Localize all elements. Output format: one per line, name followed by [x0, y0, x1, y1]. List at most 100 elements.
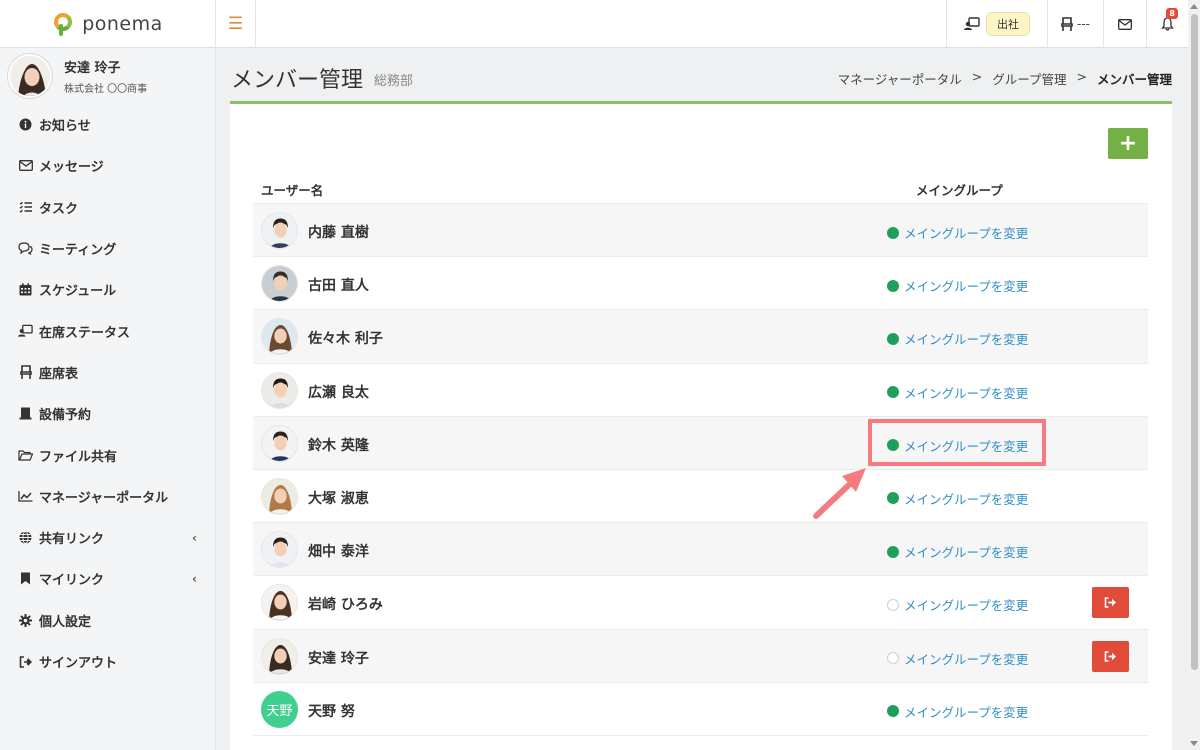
avatar [261, 212, 298, 249]
page-scrollbar[interactable] [1188, 0, 1200, 750]
user-company: 株式会社 〇〇商事 [64, 84, 148, 95]
main-group-inactive-icon [887, 598, 899, 611]
sidebar-item-13[interactable]: サインアウト [0, 641, 215, 682]
sidebar-item-label: サインアウト [39, 656, 118, 671]
change-main-group-link[interactable]: メイングループを変更 [887, 329, 1028, 348]
folder-icon [18, 449, 33, 461]
envelope-icon [1118, 18, 1132, 30]
sidebar-item-label: 設備予約 [39, 408, 92, 424]
sidebar: 安達 玲子 株式会社 〇〇商事 お知らせメッセージタスクミーティング スケジュール… [0, 48, 216, 750]
main-group-active-icon [887, 226, 899, 239]
sidebar-item-7[interactable]: 設備予約 [0, 393, 215, 434]
table-row: 内藤 直樹 メイングループを変更 [253, 204, 1148, 258]
change-main-group-link[interactable]: メイングループを変更 [887, 436, 1028, 455]
sidebar-item-label: 在席ステータス [39, 325, 131, 341]
breadcrumb-item-manager-portal[interactable]: マネージャーポータル [838, 69, 962, 88]
change-main-group-link[interactable]: メイングループを変更 [887, 276, 1028, 295]
sidebar-item-label: タスク [39, 201, 79, 217]
chair-icon [1061, 17, 1073, 31]
sidebar-item-9[interactable]: マネージャーポータル [0, 476, 215, 517]
presence-status-button[interactable]: 出社 [946, 0, 1047, 48]
avatar [261, 265, 298, 303]
messages-button[interactable] [1103, 0, 1146, 48]
change-main-group-label: メイングループを変更 [904, 438, 1029, 454]
sidebar-item-1[interactable]: メッセージ [0, 145, 215, 186]
main-group-active-icon [887, 705, 899, 718]
sidebar-item-5[interactable]: 在席ステータス [0, 310, 215, 351]
change-main-group-link[interactable]: メイングループを変更 [887, 542, 1028, 561]
remove-member-button[interactable] [1092, 587, 1129, 619]
chevron-left-icon: ‹ [192, 530, 197, 545]
breadcrumb-separator: > [971, 69, 983, 84]
gear-icon [18, 613, 33, 627]
sidebar-item-8[interactable]: ファイル共有 [0, 434, 215, 475]
avatar [261, 318, 298, 356]
top-bar: ponema ☰ 出社 --- 8 [0, 0, 1188, 48]
info-icon [18, 118, 33, 131]
sidebar-item-4[interactable]: スケジュール [0, 269, 215, 310]
column-header-main-group: メイングループ [916, 183, 1003, 198]
sidebar-item-3[interactable]: ミーティング [0, 228, 215, 269]
sidebar-item-12[interactable]: 個人設定 [0, 600, 215, 641]
change-main-group-label: メイングループを変更 [904, 704, 1029, 720]
list-icon [18, 201, 33, 214]
change-main-group-label: メイングループを変更 [904, 651, 1029, 667]
presence-icon [964, 17, 980, 30]
signout-icon [18, 655, 33, 668]
sidebar-item-0[interactable]: お知らせ [0, 104, 215, 145]
scroll-thumb[interactable] [1191, 14, 1198, 670]
status-badge: 出社 [986, 12, 1030, 36]
change-main-group-link[interactable]: メイングループを変更 [887, 223, 1028, 242]
page-header: メンバー管理 総務部 マネージャーポータル > グループ管理 > メンバー管理 [216, 48, 1188, 104]
brand-logo[interactable]: ponema [0, 0, 216, 48]
calendar-icon [18, 283, 33, 296]
notification-count-badge: 8 [1166, 8, 1178, 19]
brand-name: ponema [82, 13, 163, 35]
chair-icon [18, 365, 33, 380]
scroll-down-icon[interactable] [1190, 741, 1198, 746]
sidebar-item-6[interactable]: 座席表 [0, 352, 215, 393]
member-name: 佐々木 利子 [308, 331, 383, 348]
notifications-button[interactable]: 8 [1146, 0, 1188, 48]
member-name: 内藤 直樹 [308, 225, 369, 241]
table-row: 鈴木 英隆 メイングループを変更 [253, 416, 1148, 470]
change-main-group-link[interactable]: メイングループを変更 [887, 702, 1028, 721]
presence-icon [18, 324, 33, 338]
change-main-group-link[interactable]: メイングループを変更 [887, 489, 1028, 508]
remove-member-button[interactable] [1092, 640, 1129, 672]
avatar [261, 531, 298, 569]
main-group-active-icon [887, 545, 899, 558]
change-main-group-link[interactable]: メイングループを変更 [887, 383, 1028, 402]
chevron-left-icon: ‹ [192, 571, 197, 586]
menu-toggle-button[interactable]: ☰ [216, 0, 256, 48]
sidebar-item-11[interactable]: マイリンク ‹ [0, 558, 215, 599]
table-row: 佐々木 利子 メイングループを変更 [253, 310, 1148, 364]
main-group-inactive-icon [887, 652, 899, 664]
column-header-user: ユーザー名 [261, 183, 324, 198]
member-table: 内藤 直樹 メイングループを変更 古田 直人 メイングループを変更 佐々木 利子 メイング… [253, 204, 1148, 736]
breadcrumb-item-group-management[interactable]: グループ管理 [992, 69, 1066, 88]
sidebar-item-2[interactable]: タスク [0, 187, 215, 228]
sidebar-item-10[interactable]: 共有リンク ‹ [0, 517, 215, 558]
sidebar-item-label: 個人設定 [39, 614, 92, 630]
avatar: 天野 [261, 690, 298, 728]
member-name: 鈴木 英隆 [308, 437, 369, 454]
change-main-group-label: メイングループを変更 [904, 332, 1029, 348]
change-main-group-label: メイングループを変更 [904, 226, 1029, 241]
scroll-up-icon[interactable] [1190, 4, 1198, 9]
main-group-active-icon [887, 439, 899, 452]
avatar [261, 424, 298, 462]
sidebar-item-label: メッセージ [39, 160, 104, 176]
table-row: 広瀬 良太 メイングループを変更 [253, 364, 1148, 417]
change-main-group-link[interactable]: メイングループを変更 [887, 595, 1028, 614]
member-name: 畑中 泰洋 [308, 544, 369, 561]
breadcrumb-separator: > [1076, 69, 1087, 84]
globe-icon [18, 531, 33, 545]
sign-out-icon [1104, 647, 1117, 666]
add-member-button[interactable]: + [1108, 128, 1148, 159]
change-main-group-link[interactable]: メイングループを変更 [887, 649, 1028, 668]
user-profile[interactable]: 安達 玲子 株式会社 〇〇商事 [0, 48, 215, 104]
sidebar-item-label: 共有リンク [39, 532, 105, 548]
sidebar-item-label: マイリンク [39, 573, 105, 589]
seat-button[interactable]: --- [1047, 0, 1103, 48]
